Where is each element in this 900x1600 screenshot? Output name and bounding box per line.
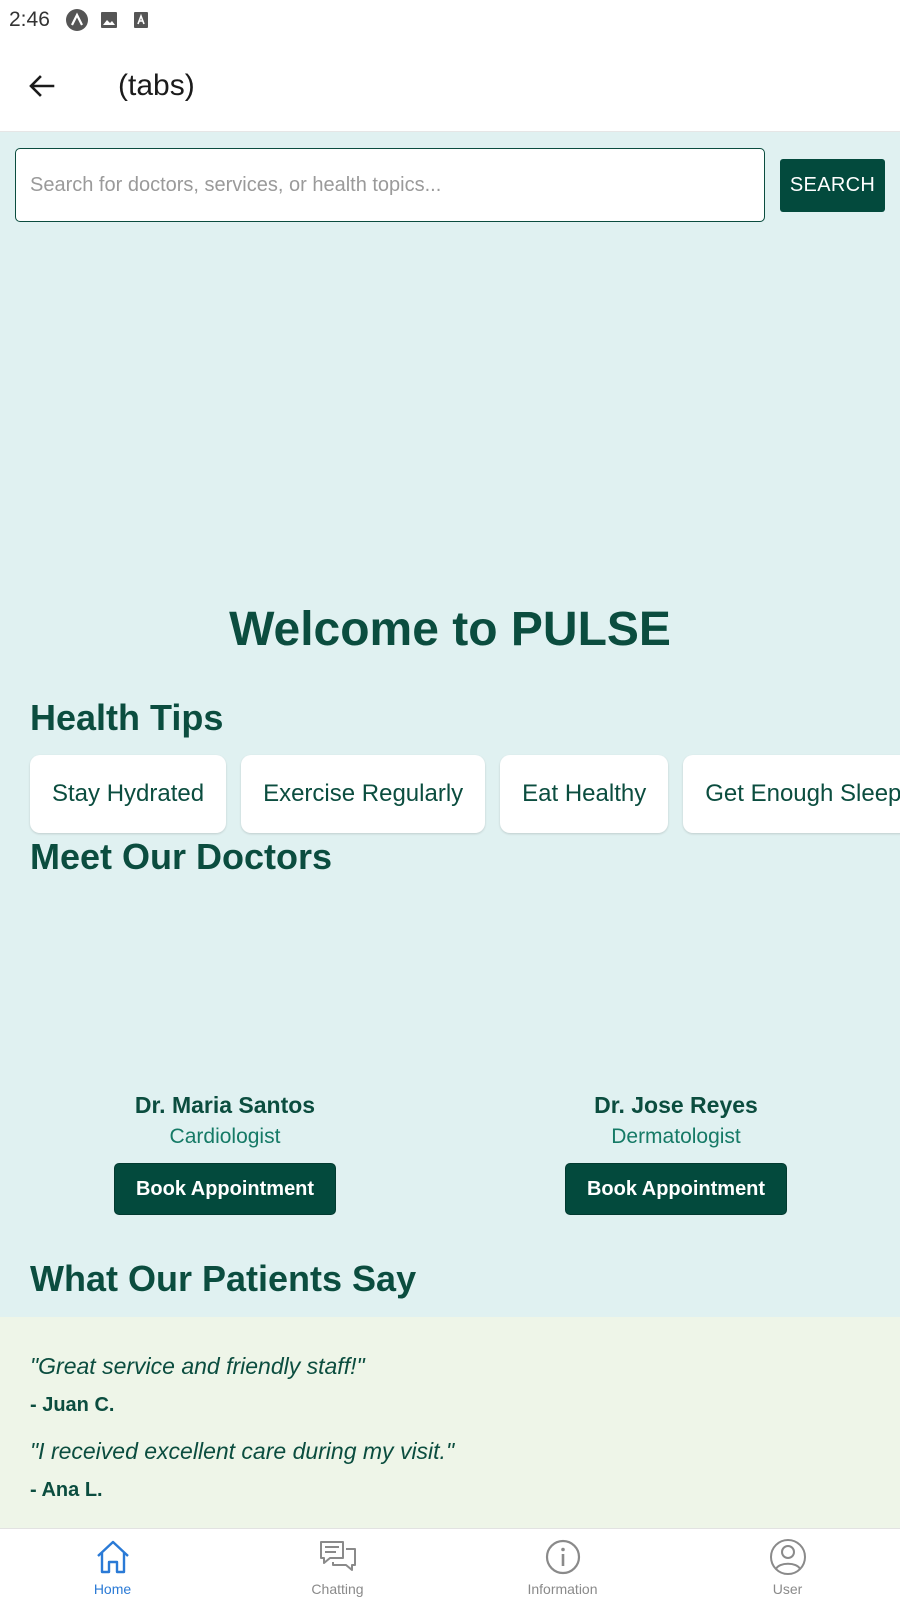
tab-information[interactable]: Information <box>450 1529 675 1600</box>
book-appointment-button[interactable]: Book Appointment <box>565 1163 787 1215</box>
status-bar: 2:46 <box>0 0 900 40</box>
tab-label: Chatting <box>311 1581 364 1597</box>
testimonials-section: "Great service and friendly staff!" - Ju… <box>0 1317 900 1528</box>
testimonial-author: - Ana L. <box>30 1479 103 1501</box>
doctor-specialty: Dermatologist <box>611 1125 741 1148</box>
tab-chatting[interactable]: Chatting <box>225 1529 450 1600</box>
doctor-card: Dr. Jose Reyes Dermatologist Book Appoin… <box>526 1092 826 1215</box>
info-icon <box>541 1535 585 1579</box>
health-tip-chip[interactable]: Exercise Regularly <box>241 755 486 833</box>
tab-label: Information <box>527 1581 598 1597</box>
app-bar: (tabs) <box>0 40 900 132</box>
doctors-title: Meet Our Doctors <box>30 836 333 877</box>
health-tip-chip[interactable]: Get Enough Sleep <box>683 755 900 833</box>
testimonial-quote: "Great service and friendly staff!" <box>30 1353 365 1379</box>
tab-label: Home <box>93 1581 132 1597</box>
testimonial-quote: "I received excellent care during my vis… <box>30 1438 455 1464</box>
chat-icon <box>316 1535 360 1579</box>
bottom-tab-bar: Home Chatting Information User <box>0 1528 900 1600</box>
arrow-left-icon <box>29 74 55 97</box>
health-tip-chip[interactable]: Eat Healthy <box>500 755 669 833</box>
testimonial-author: - Juan C. <box>30 1394 115 1416</box>
search-button[interactable]: SEARCH <box>780 159 885 212</box>
doctor-card: Dr. Maria Santos Cardiologist Book Appoi… <box>75 1092 375 1215</box>
health-tip-chip[interactable]: Stay Hydrated <box>30 755 227 833</box>
tab-user[interactable]: User <box>675 1529 900 1600</box>
search-input[interactable] <box>15 148 765 222</box>
app-notification-icon <box>65 9 88 31</box>
tab-home[interactable]: Home <box>0 1529 225 1600</box>
font-icon <box>130 9 152 31</box>
search-bar: SEARCH <box>15 148 885 222</box>
status-time: 2:46 <box>9 8 50 31</box>
user-icon <box>766 1535 810 1579</box>
image-icon <box>98 9 120 31</box>
doctor-name: Dr. Maria Santos <box>134 1092 316 1118</box>
main-content[interactable]: SEARCH Welcome to PULSE Health Tips Stay… <box>0 132 900 1528</box>
book-appointment-button[interactable]: Book Appointment <box>114 1163 336 1215</box>
welcome-heading: Welcome to PULSE <box>229 603 671 656</box>
health-tips-list[interactable]: Stay Hydrated Exercise Regularly Eat Hea… <box>30 755 900 833</box>
home-icon <box>91 1535 135 1579</box>
back-button[interactable] <box>20 64 64 108</box>
doctor-specialty: Cardiologist <box>169 1125 281 1148</box>
health-tips-title: Health Tips <box>30 697 224 738</box>
doctor-name: Dr. Jose Reyes <box>594 1092 758 1118</box>
page-title: (tabs) <box>118 68 195 102</box>
tab-label: User <box>772 1581 803 1597</box>
patients-title: What Our Patients Say <box>30 1258 417 1299</box>
